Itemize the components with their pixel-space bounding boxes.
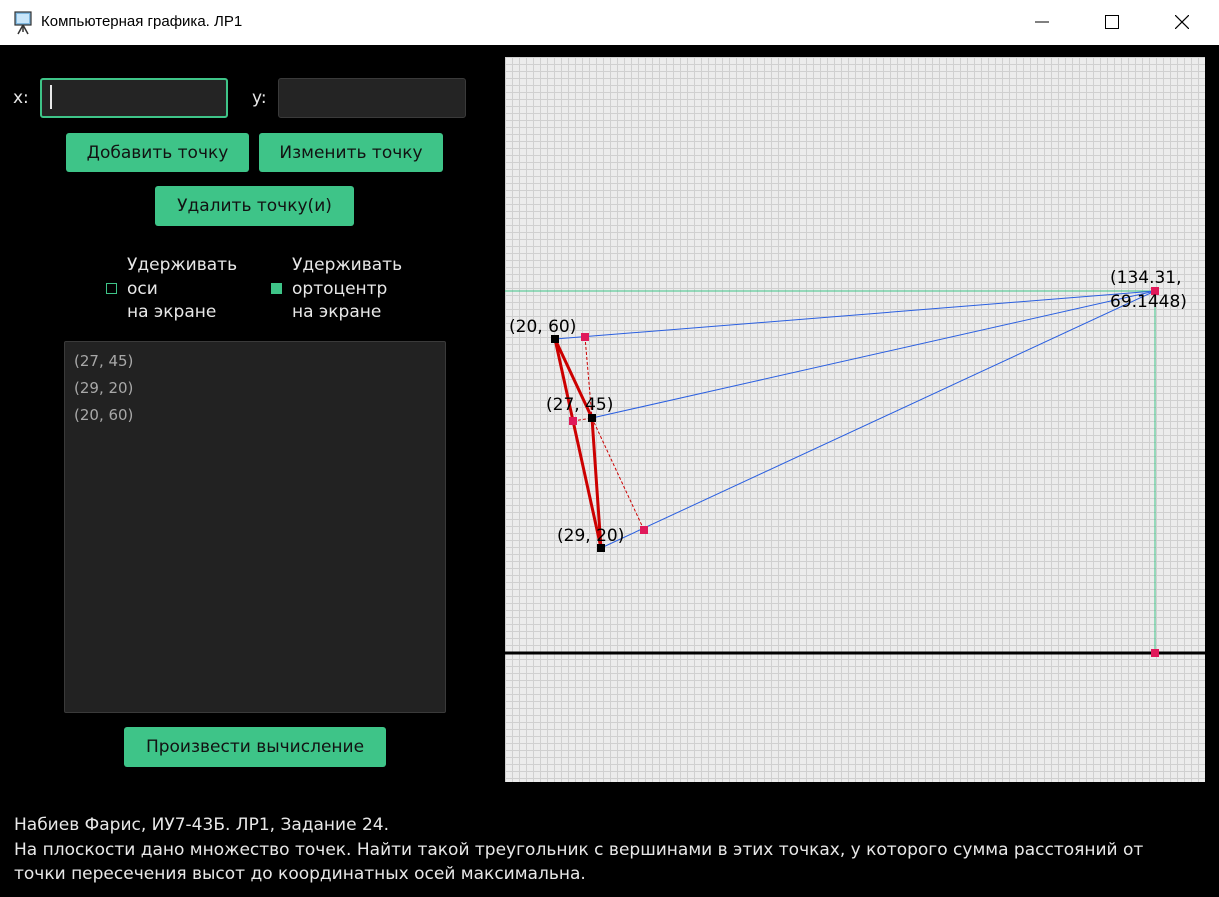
altitude-foot-marker	[640, 526, 648, 534]
task-description: Набиев Фарис, ИУ7-43Б. ЛР1, Задание 24. …	[14, 813, 1143, 887]
altitude-foot-marker	[569, 417, 577, 425]
vertex-label: (20, 60)	[509, 317, 577, 337]
points-listbox[interactable]: (27, 45) (29, 20) (20, 60)	[64, 341, 446, 713]
minimize-button[interactable]	[1019, 0, 1065, 45]
triangle	[553, 337, 603, 550]
orthocenter-label: (134.31, 69.1448)	[1110, 268, 1187, 312]
list-item[interactable]: (29, 20)	[74, 379, 133, 397]
plot-svg	[505, 287, 1205, 657]
list-item[interactable]: (20, 60)	[74, 406, 133, 424]
keep-orthocenter-label[interactable]: Удерживать ортоцентр на экране	[292, 254, 402, 325]
altitude-line	[591, 290, 1156, 419]
altitude-line	[554, 290, 1156, 340]
close-button[interactable]	[1159, 0, 1205, 45]
maximize-icon	[1105, 15, 1119, 29]
compute-button[interactable]: Произвести вычисление	[124, 727, 386, 767]
close-icon	[1175, 15, 1189, 29]
minimize-icon	[1035, 21, 1049, 23]
add-point-button[interactable]: Добавить точку	[66, 133, 249, 172]
y-label: y:	[252, 88, 267, 108]
keep-axes-checkbox[interactable]	[106, 283, 117, 294]
list-item[interactable]: (27, 45)	[74, 352, 133, 370]
edit-point-button[interactable]: Изменить точку	[259, 133, 443, 172]
keep-orthocenter-checkbox[interactable]	[271, 283, 282, 294]
x-input[interactable]	[40, 78, 228, 118]
vertex-label: (29, 20)	[557, 526, 625, 546]
orthocenter-axis-projection-marker	[1151, 649, 1159, 657]
altitude-line	[600, 290, 1156, 549]
y-input[interactable]	[278, 78, 466, 118]
plot-canvas[interactable]: (20, 60) (27, 45) (29, 20) (134.31, 69.1…	[505, 57, 1205, 782]
delete-points-button[interactable]: Удалить точку(и)	[155, 186, 354, 226]
text-caret	[50, 85, 52, 109]
author-line: Набиев Фарис, ИУ7-43Б. ЛР1, Задание 24.	[14, 815, 389, 835]
app-icon	[14, 11, 32, 35]
title-bar: Компьютерная графика. ЛР1	[0, 0, 1219, 45]
x-label: x:	[13, 88, 29, 108]
vertex-label: (27, 45)	[546, 395, 614, 415]
altitude-foot-marker	[581, 333, 589, 341]
task-line: На плоскости дано множество точек. Найти…	[14, 839, 1144, 860]
maximize-button[interactable]	[1089, 0, 1135, 45]
window-title: Компьютерная графика. ЛР1	[41, 13, 243, 30]
task-line: точки пересечения высот до координатных …	[14, 864, 586, 884]
keep-axes-label[interactable]: Удерживать оси на экране	[127, 254, 237, 325]
